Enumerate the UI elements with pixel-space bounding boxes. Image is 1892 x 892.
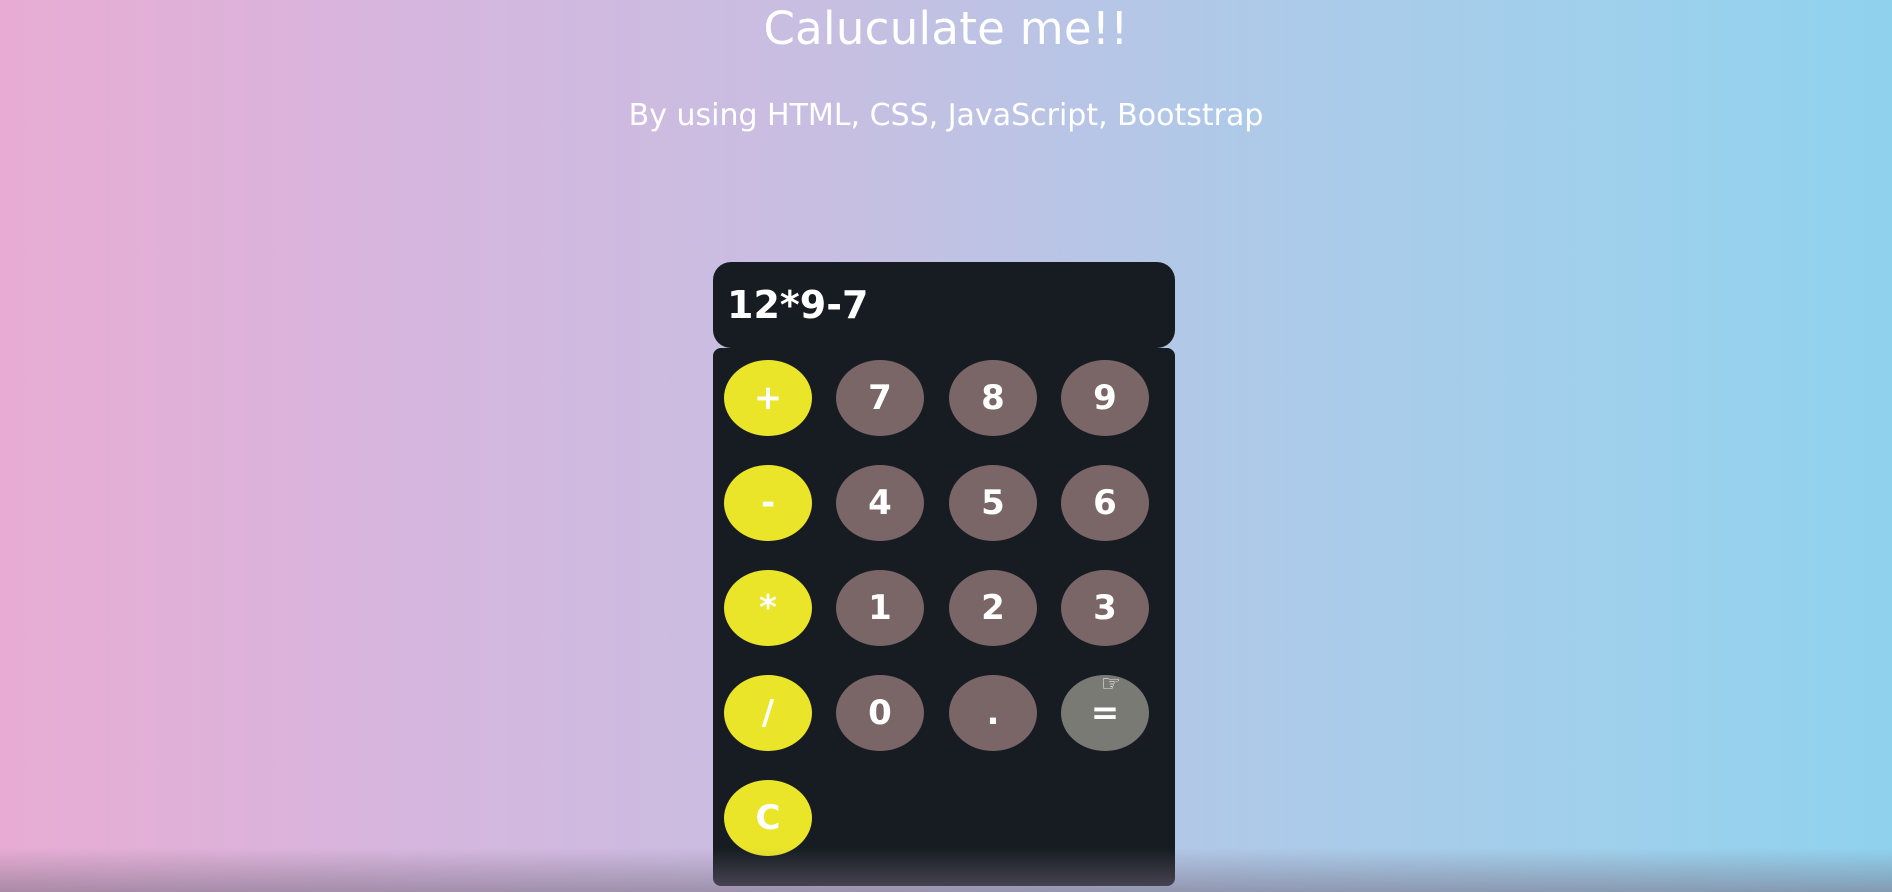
plus-button[interactable]: +: [724, 360, 812, 436]
minus-button[interactable]: -: [724, 465, 812, 541]
zero-button[interactable]: 0: [836, 675, 924, 751]
three-button[interactable]: 3: [1061, 570, 1149, 646]
calculator-keypad: + 7 8 9 - 4 5 6 * 1 2 3 / 0 . = C: [713, 348, 1175, 886]
two-button[interactable]: 2: [949, 570, 1037, 646]
page-subtitle: By using HTML, CSS, JavaScript, Bootstra…: [628, 98, 1264, 133]
calculator-display: 12*9-7: [713, 262, 1175, 348]
six-button[interactable]: 6: [1061, 465, 1149, 541]
nine-button[interactable]: 9: [1061, 360, 1149, 436]
clear-button[interactable]: C: [724, 780, 812, 856]
seven-button[interactable]: 7: [836, 360, 924, 436]
multiply-button[interactable]: *: [724, 570, 812, 646]
equals-button[interactable]: =: [1061, 675, 1149, 751]
eight-button[interactable]: 8: [949, 360, 1037, 436]
one-button[interactable]: 1: [836, 570, 924, 646]
four-button[interactable]: 4: [836, 465, 924, 541]
display-value: 12*9-7: [727, 283, 869, 327]
divide-button[interactable]: /: [724, 675, 812, 751]
page-title: Caluculate me!!: [763, 2, 1129, 55]
five-button[interactable]: 5: [949, 465, 1037, 541]
dot-button[interactable]: .: [949, 675, 1037, 751]
